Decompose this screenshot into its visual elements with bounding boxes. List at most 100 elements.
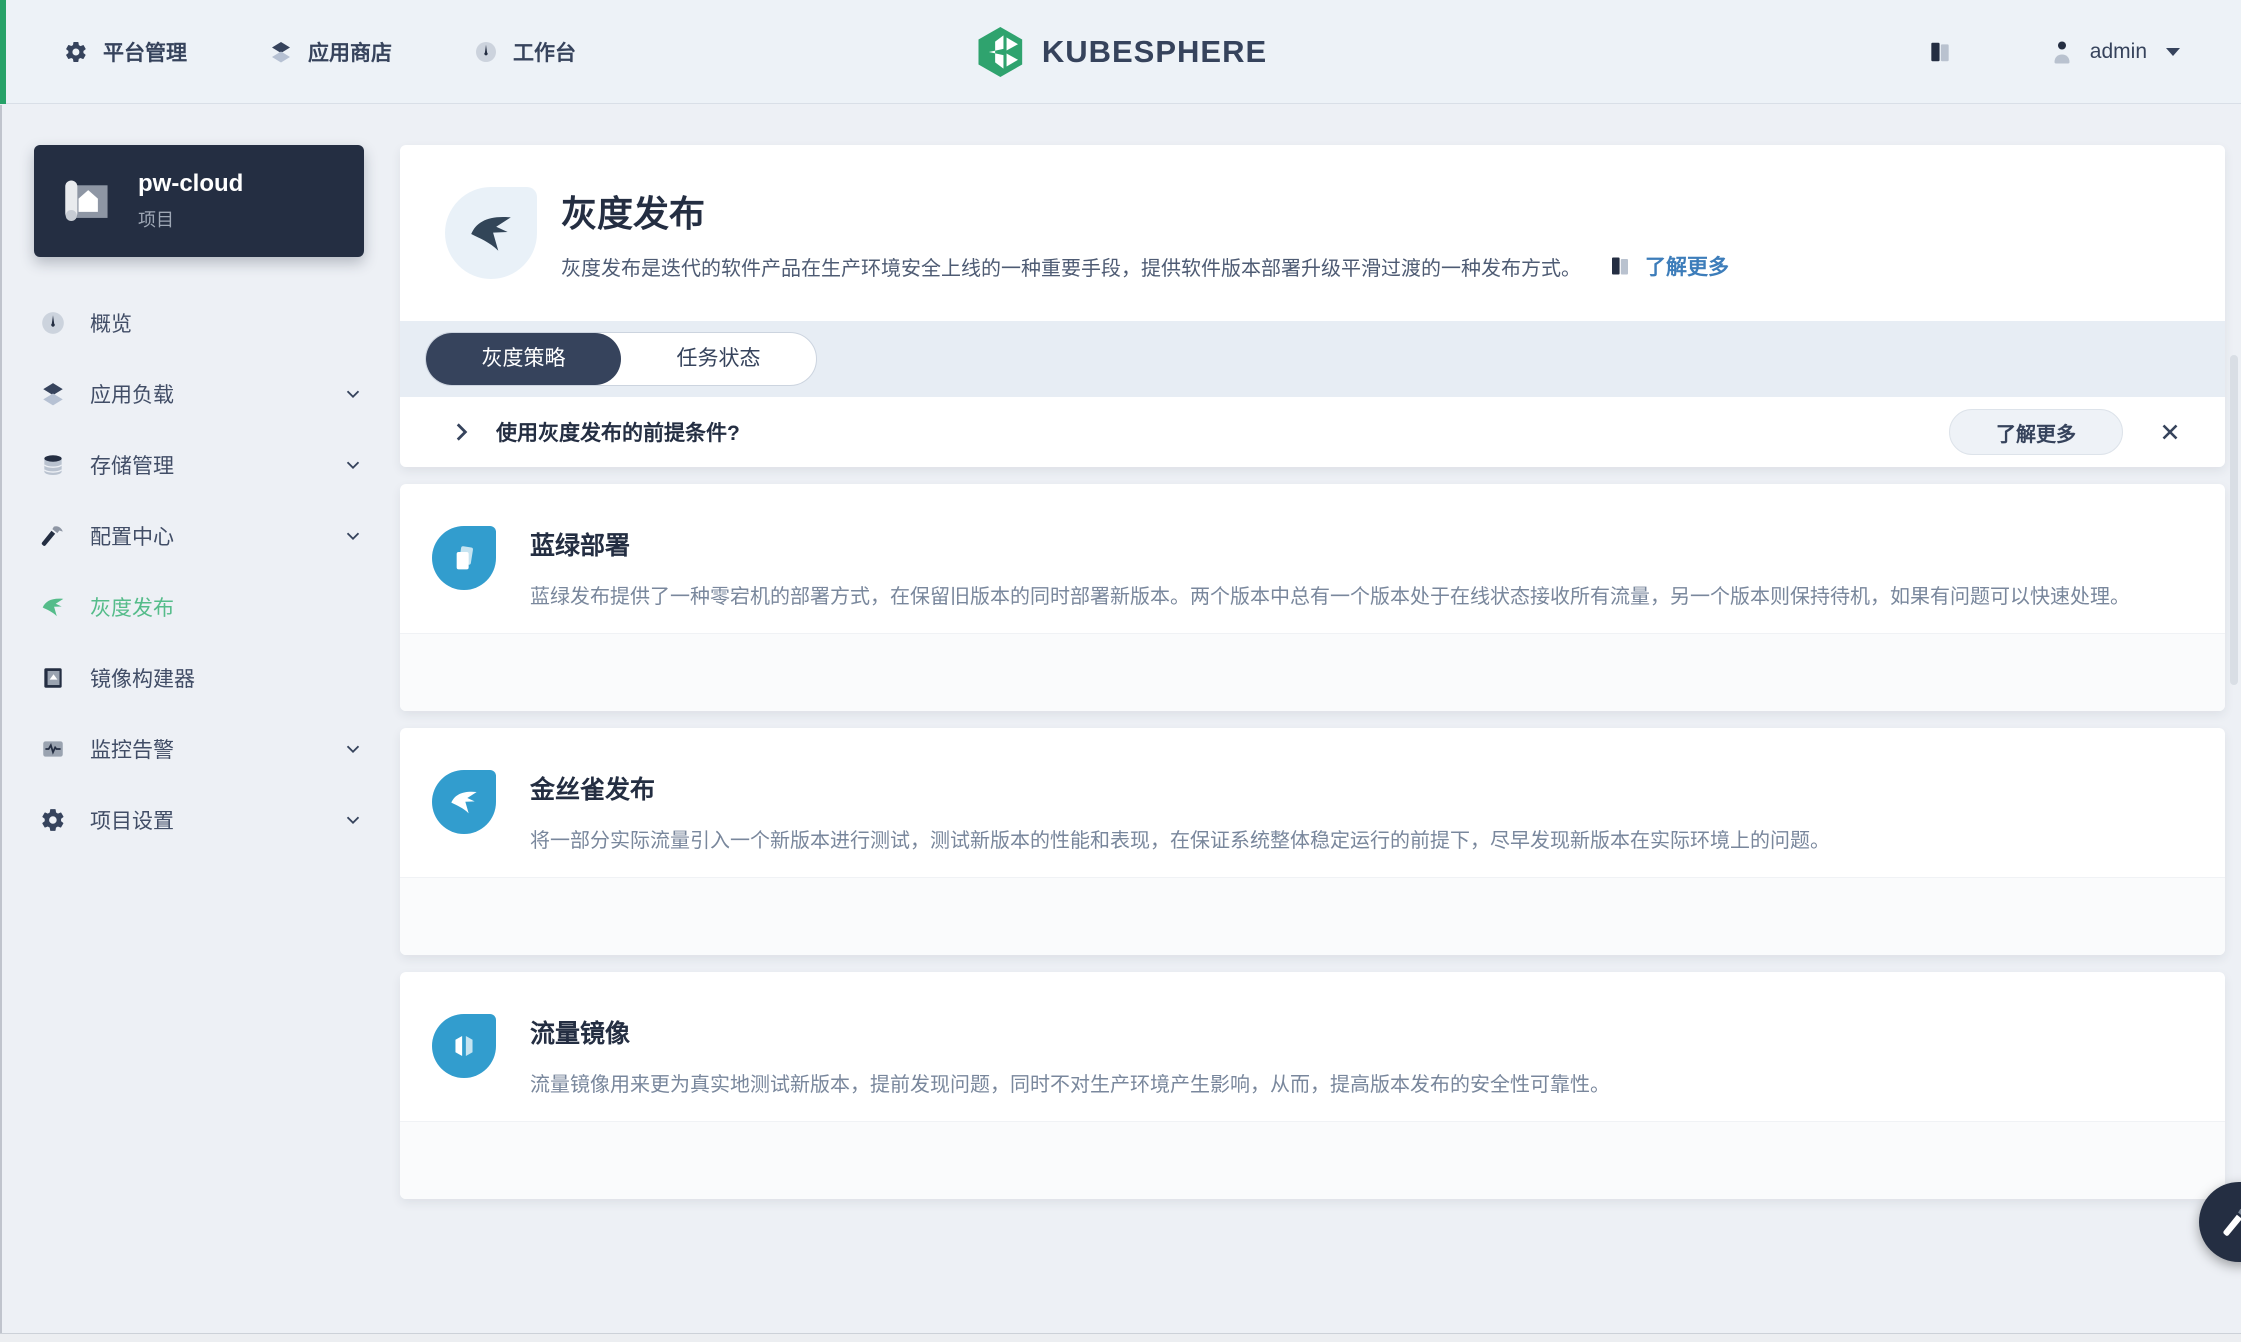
sidebar-item-image-builder[interactable]: 镜像构建器 [0, 642, 400, 713]
sidebar-item-label: 配置中心 [90, 521, 174, 551]
layers-icon [40, 381, 66, 407]
monitoring-icon [40, 736, 66, 762]
sidebar-item-configuration[interactable]: 配置中心 [0, 500, 400, 571]
window-bottom-edge [0, 1333, 2241, 1342]
brand-name: KUBESPHERE [1042, 34, 1267, 70]
card-body: 金丝雀发布 将一部分实际流量引入一个新版本进行测试，测试新版本的性能和表现，在保… [400, 728, 2225, 853]
card-body: 蓝绿部署 蓝绿发布提供了一种零宕机的部署方式，在保留旧版本的同时部署新版本。两个… [400, 484, 2225, 609]
grayscale-release-panel: 灰度发布 灰度发布是迭代的软件产品在生产环境安全上线的一种重要手段，提供软件版本… [400, 145, 2225, 467]
banner-learn-more-button[interactable]: 了解更多 [1949, 409, 2123, 455]
sidebar-item-monitoring-alerting[interactable]: 监控告警 [0, 713, 400, 784]
nav-platform-management[interactable]: 平台管理 [64, 37, 187, 67]
hammer-icon [2221, 1204, 2241, 1240]
blue-green-deployment-icon [432, 526, 496, 590]
sidebar-item-label: 应用负载 [90, 379, 174, 409]
tab-grayscale-strategies[interactable]: 灰度策略 [426, 333, 621, 385]
sidebar-item-app-workloads[interactable]: 应用负载 [0, 358, 400, 429]
tab-bar: 灰度策略 任务状态 [400, 321, 2225, 397]
user-menu[interactable]: admin [2050, 39, 2183, 65]
brand-accent-strip [0, 0, 6, 104]
hammer-icon [40, 523, 66, 549]
kubesphere-app: 平台管理 应用商店 工作台 [0, 0, 2241, 1342]
page-header-bird-icon [445, 187, 537, 279]
sidebar-item-label: 概览 [90, 308, 132, 338]
card-footer [400, 1121, 2225, 1199]
user-avatar-icon [2050, 39, 2074, 65]
strategy-card-canary[interactable]: 金丝雀发布 将一部分实际流量引入一个新版本进行测试，测试新版本的性能和表现，在保… [400, 728, 2225, 955]
sidebar-item-storage[interactable]: 存储管理 [0, 429, 400, 500]
sidebar-item-label: 项目设置 [90, 805, 174, 835]
database-icon [40, 452, 66, 478]
page-description-row: 灰度发布是迭代的软件产品在生产环境安全上线的一种重要手段，提供软件版本部署升级平… [561, 251, 1729, 281]
prerequisites-question: 使用灰度发布的前提条件? [496, 417, 740, 447]
strategy-title: 金丝雀发布 [530, 770, 1830, 806]
sidebar-item-label: 灰度发布 [90, 592, 174, 622]
chevron-down-icon [342, 738, 364, 760]
nav-workbench-label: 工作台 [513, 37, 576, 67]
layers-icon [269, 40, 293, 64]
project-info: pw-cloud 项目 [138, 170, 243, 232]
kubesphere-logo-icon [974, 26, 1026, 78]
sidebar: pw-cloud 项目 概览 应用负载 [0, 105, 400, 1342]
strategy-description: 蓝绿发布提供了一种零宕机的部署方式，在保留旧版本的同时部署新版本。两个版本中总有… [530, 580, 2130, 609]
sidebar-item-grayscale-release[interactable]: 灰度发布 [0, 571, 400, 642]
nav-platform-label: 平台管理 [103, 37, 187, 67]
chevron-down-icon [342, 454, 364, 476]
caret-down-icon [2163, 45, 2183, 59]
chevron-down-icon [342, 809, 364, 831]
dashboard-icon [40, 310, 66, 336]
project-icon [58, 172, 116, 230]
card-text: 流量镜像 流量镜像用来更为真实地测试新版本，提前发现问题，同时不对生产环境产生影… [530, 1014, 1610, 1097]
top-nav-links: 平台管理 应用商店 工作台 [64, 37, 576, 67]
prerequisites-banner: 使用灰度发布的前提条件? 了解更多 [400, 397, 2225, 467]
kubesphere-logo[interactable]: KUBESPHERE [974, 26, 1267, 78]
strategy-card-blue-green[interactable]: 蓝绿部署 蓝绿发布提供了一种零宕机的部署方式，在保留旧版本的同时部署新版本。两个… [400, 484, 2225, 711]
gear-icon [64, 40, 88, 64]
card-footer [400, 633, 2225, 711]
nav-app-store-label: 应用商店 [308, 37, 392, 67]
sidebar-item-project-settings[interactable]: 项目设置 [0, 784, 400, 855]
page-title: 灰度发布 [561, 185, 1729, 237]
sidebar-item-label: 监控告警 [90, 734, 174, 764]
canary-release-bird-icon [432, 770, 496, 834]
strategy-title: 流量镜像 [530, 1014, 1610, 1050]
book-icon [1607, 254, 1633, 278]
close-icon[interactable] [2157, 419, 2183, 445]
bird-icon [40, 594, 66, 620]
dashboard-icon [474, 40, 498, 64]
user-name: admin [2090, 40, 2147, 64]
strategy-card-traffic-mirroring[interactable]: 流量镜像 流量镜像用来更为真实地测试新版本，提前发现问题，同时不对生产环境产生影… [400, 972, 2225, 1199]
card-body: 流量镜像 流量镜像用来更为真实地测试新版本，提前发现问题，同时不对生产环境产生影… [400, 972, 2225, 1097]
project-selector[interactable]: pw-cloud 项目 [34, 145, 364, 257]
traffic-mirror-icon [432, 1014, 496, 1078]
learn-more-link-label: 了解更多 [1645, 251, 1729, 281]
project-name: pw-cloud [138, 170, 243, 198]
sidebar-item-label: 存储管理 [90, 450, 174, 480]
learn-more-link[interactable]: 了解更多 [1607, 251, 1729, 281]
page-description: 灰度发布是迭代的软件产品在生产环境安全上线的一种重要手段，提供软件版本部署升级平… [561, 252, 1581, 281]
card-text: 金丝雀发布 将一部分实际流量引入一个新版本进行测试，测试新版本的性能和表现，在保… [530, 770, 1830, 853]
card-footer [400, 877, 2225, 955]
documentation-book-icon[interactable] [1926, 39, 1954, 65]
strategy-description: 流量镜像用来更为真实地测试新版本，提前发现问题，同时不对生产环境产生影响，从而，… [530, 1068, 1610, 1097]
main-content: 灰度发布 灰度发布是迭代的软件产品在生产环境安全上线的一种重要手段，提供软件版本… [400, 105, 2225, 1199]
nav-workbench[interactable]: 工作台 [474, 37, 576, 67]
strategy-description: 将一部分实际流量引入一个新版本进行测试，测试新版本的性能和表现，在保证系统整体稳… [530, 824, 1830, 853]
top-nav: 平台管理 应用商店 工作台 [0, 0, 2241, 104]
chevron-right-icon[interactable] [448, 419, 474, 445]
sidebar-item-label: 镜像构建器 [90, 663, 195, 693]
sidebar-item-overview[interactable]: 概览 [0, 287, 400, 358]
chevron-down-icon [342, 525, 364, 547]
sidebar-menu: 概览 应用负载 存储管理 [0, 287, 400, 855]
project-type-label: 项目 [138, 206, 243, 232]
nav-app-store[interactable]: 应用商店 [269, 37, 392, 67]
gear-icon [40, 807, 66, 833]
top-nav-right: admin [1926, 39, 2183, 65]
strategy-title: 蓝绿部署 [530, 526, 2130, 562]
page-header: 灰度发布 灰度发布是迭代的软件产品在生产环境安全上线的一种重要手段，提供软件版本… [400, 145, 2225, 321]
page-header-text: 灰度发布 灰度发布是迭代的软件产品在生产环境安全上线的一种重要手段，提供软件版本… [561, 185, 1729, 281]
chevron-down-icon [342, 383, 364, 405]
card-text: 蓝绿部署 蓝绿发布提供了一种零宕机的部署方式，在保留旧版本的同时部署新版本。两个… [530, 526, 2130, 609]
tab-job-status[interactable]: 任务状态 [621, 333, 816, 385]
scrollbar-thumb[interactable] [2230, 355, 2238, 685]
